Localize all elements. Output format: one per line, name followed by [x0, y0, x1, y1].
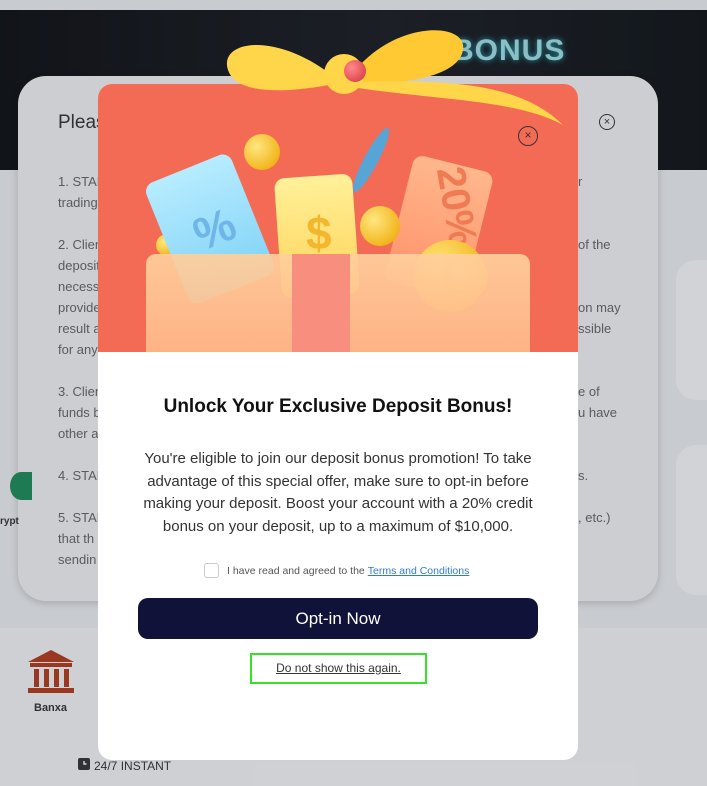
dollar-glyph: $ — [306, 207, 332, 259]
terms-row: I have read and agreed to the Terms and … — [204, 563, 469, 578]
terms-prefix: I have read and agreed to the — [227, 564, 365, 577]
gift-ribbon — [226, 30, 563, 125]
decor-feather — [347, 124, 395, 196]
terms-link[interactable]: Terms and Conditions — [368, 565, 470, 577]
close-icon[interactable]: × — [518, 126, 538, 146]
ribbon-ball — [344, 60, 366, 82]
opt-in-button[interactable]: Opt-in Now — [138, 598, 538, 639]
gift-box-band — [292, 254, 350, 352]
deposit-bonus-modal: % $ 20% × Unlock Your Exclusive Deposit … — [98, 30, 578, 760]
modal-description: You're eligible to join our deposit bonu… — [143, 450, 533, 535]
do-not-show-again-link[interactable]: Do not show this again. — [250, 653, 427, 684]
coin-icon — [244, 134, 280, 170]
modal-title: Unlock Your Exclusive Deposit Bonus! — [163, 396, 513, 417]
coin-icon — [360, 206, 400, 246]
terms-checkbox[interactable] — [204, 563, 219, 578]
